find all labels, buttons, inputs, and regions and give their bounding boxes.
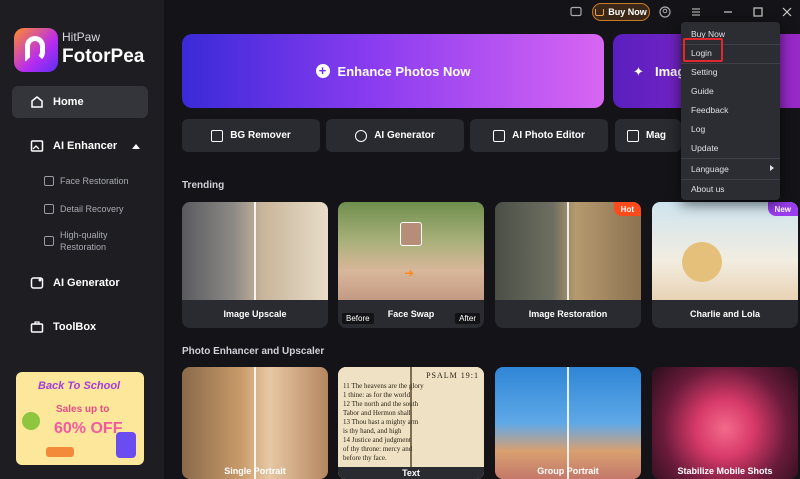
image-icon [44, 204, 54, 214]
card-label: Group Portrait [537, 466, 599, 476]
promo-decoration [22, 412, 40, 430]
card-charlie-and-lola[interactable]: New Charlie and Lola [652, 202, 798, 328]
tool-label: AI Photo Editor [512, 130, 585, 141]
menu-item-update[interactable]: Update [681, 138, 780, 157]
card-image-restoration[interactable]: Hot Image Restoration [495, 202, 641, 328]
promo-title: Back To School [38, 380, 121, 392]
card-label: Charlie and Lola [689, 309, 760, 319]
character-illustration [682, 242, 722, 282]
magic-icon [355, 129, 368, 142]
hot-badge: Hot [613, 202, 641, 216]
cart-icon [595, 8, 605, 16]
brand-name-top: HitPaw [62, 30, 101, 44]
sidebar-item-label: ToolBox [53, 321, 97, 333]
menu-item-feedback[interactable]: Feedback [681, 100, 780, 119]
brand-name-main: FotorPea [62, 46, 145, 67]
card-thumbnail [338, 202, 484, 300]
card-label: Single Portrait [224, 466, 286, 476]
promo-decoration [46, 447, 74, 457]
sidebar-item-toolbox[interactable]: ToolBox [12, 311, 148, 343]
sidebar-item-label: AI Enhancer [53, 140, 118, 152]
menu-item-guide[interactable]: Guide [681, 81, 780, 100]
promo-banner[interactable]: Back To School Sales up to 60% OFF [16, 372, 144, 465]
menu-item-language[interactable]: Language [681, 159, 780, 178]
banner-label: Enhance Photos Now [337, 63, 471, 79]
sidebar-item-label: Home [53, 96, 84, 108]
section-title-photo-enhancer: Photo Enhancer and Upscaler [182, 346, 325, 357]
app-logo [14, 28, 58, 72]
card-text[interactable]: PSALM 19:1 11 The heavens are the glory … [338, 367, 484, 479]
arrow-right-icon: ➜ [404, 266, 415, 280]
menu-item-about-us[interactable]: About us [681, 179, 780, 198]
bg-remover-button[interactable]: BG Remover [182, 119, 320, 152]
sidebar: HitPaw FotorPea Home AI Enhancer Face Re… [0, 0, 164, 479]
tool-label: AI Generator [374, 130, 435, 141]
promo-discount: 60% OFF [54, 420, 123, 437]
card-single-portrait[interactable]: Single Portrait [182, 367, 328, 479]
face-thumbnail [400, 222, 422, 246]
card-thumbnail [652, 202, 798, 300]
plus-circle-icon: + [315, 64, 330, 78]
comparison-divider [567, 202, 569, 300]
chevron-up-icon [132, 143, 140, 149]
enhancer-icon [30, 140, 44, 152]
buy-now-label: Buy Now [608, 7, 647, 17]
card-stabilize-mobile-shots[interactable]: Stabilize Mobile Shots [652, 367, 798, 479]
magic-tool-button[interactable]: Mag [615, 119, 681, 152]
comparison-divider [410, 367, 412, 479]
app-window: HitPaw FotorPea Home AI Enhancer Face Re… [0, 0, 800, 479]
ai-generator-tool-button[interactable]: AI Generator [326, 119, 464, 152]
new-badge: New [767, 202, 798, 216]
magic-tool-icon [627, 129, 639, 142]
quality-icon [44, 236, 54, 246]
card-group-portrait[interactable]: Group Portrait [495, 367, 641, 479]
enhance-photos-now-button[interactable]: + Enhance Photos Now [182, 34, 604, 108]
sub-item-label: High-quality Restoration [60, 230, 108, 252]
comparison-divider [254, 202, 256, 300]
bg-remover-icon [211, 129, 224, 142]
sub-item-label: Detail Recovery [60, 204, 124, 214]
sidebar-item-ai-generator[interactable]: AI Generator [12, 267, 148, 299]
card-label: Text [338, 467, 484, 479]
card-label: Image Restoration [528, 309, 608, 319]
ai-photo-editor-button[interactable]: AI Photo Editor [470, 119, 608, 152]
sidebar-subitem-high-quality-restoration[interactable]: High-quality Restoration [44, 229, 124, 253]
tool-label: Mag [646, 130, 666, 141]
menu-item-label: Language [691, 163, 729, 174]
card-face-swap[interactable]: ➜ Before After Face Swap [338, 202, 484, 328]
sidebar-item-label: AI Generator [53, 277, 120, 289]
promo-subtitle: Sales up to [56, 404, 110, 415]
minimize-icon[interactable] [722, 6, 734, 18]
login-highlight-box [683, 38, 723, 62]
menu-icon[interactable] [690, 6, 702, 18]
card-label: Face Swap [387, 309, 435, 319]
close-icon[interactable] [781, 6, 793, 18]
account-icon[interactable] [659, 6, 671, 18]
sidebar-subitem-face-restoration[interactable]: Face Restoration [44, 175, 129, 187]
card-label: Stabilize Mobile Shots [677, 466, 773, 476]
menu-item-log[interactable]: Log [681, 119, 780, 138]
section-title-trending: Trending [182, 180, 225, 191]
maximize-icon[interactable] [752, 6, 764, 18]
card-image-upscale[interactable]: Image Upscale [182, 202, 328, 328]
ai-generator-icon [30, 277, 44, 289]
toolbox-icon [30, 321, 44, 333]
tool-label: BG Remover [230, 130, 291, 141]
sidebar-subitem-detail-recovery[interactable]: Detail Recovery [44, 203, 124, 215]
chevron-right-icon [770, 165, 774, 171]
sidebar-item-home[interactable]: Home [12, 86, 148, 118]
buy-now-button[interactable]: Buy Now [592, 3, 650, 21]
sidebar-item-ai-enhancer[interactable]: AI Enhancer [12, 130, 148, 162]
message-icon[interactable] [570, 6, 582, 18]
menu-item-setting[interactable]: Setting [681, 62, 780, 81]
card-label: Image Upscale [223, 309, 287, 319]
photo-editor-icon [493, 129, 506, 142]
home-icon [31, 96, 43, 108]
sub-item-label: Face Restoration [60, 176, 129, 186]
face-icon [44, 176, 54, 186]
magic-wand-icon: ✦ [633, 64, 644, 79]
